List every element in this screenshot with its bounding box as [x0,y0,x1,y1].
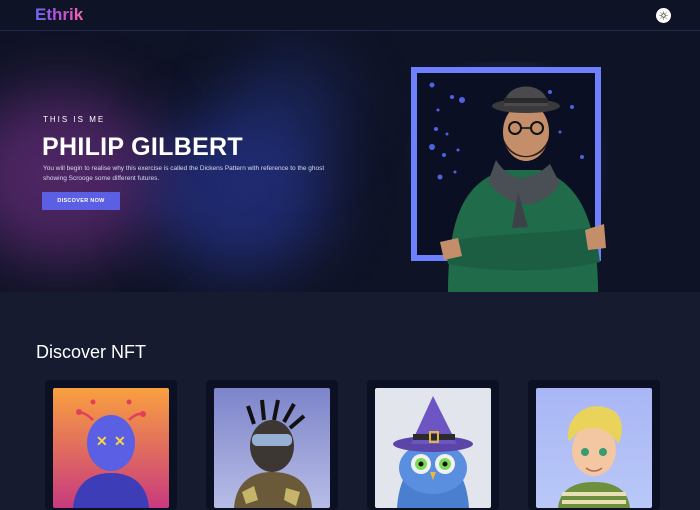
nft-card[interactable]: ✕ ✕ [45,380,177,510]
nft-image [536,388,652,508]
top-navbar: Ethrik [0,0,700,31]
hero-description: You will begin to realise why this exerc… [43,165,325,182]
brand-logo[interactable]: Ethrik [35,5,83,25]
nft-image [214,388,330,508]
hero-eyebrow: THIS IS ME [43,115,106,124]
hero-title: PHILIP GILBERT [42,133,243,161]
svg-text:✕: ✕ [114,433,126,449]
theme-toggle-button[interactable] [656,8,671,23]
discover-now-button[interactable]: DISCOVER NOW [42,192,120,210]
svg-text:✕: ✕ [96,433,108,449]
discover-section-title: Discover NFT [36,342,147,362]
hero-portrait [400,52,620,292]
nft-card[interactable] [367,380,499,510]
hero-glow [230,51,350,161]
nft-card[interactable] [528,380,660,510]
sun-icon [659,11,668,20]
nft-image: ✕ ✕ [53,388,169,508]
nft-image [375,388,491,508]
nft-card[interactable] [206,380,338,510]
